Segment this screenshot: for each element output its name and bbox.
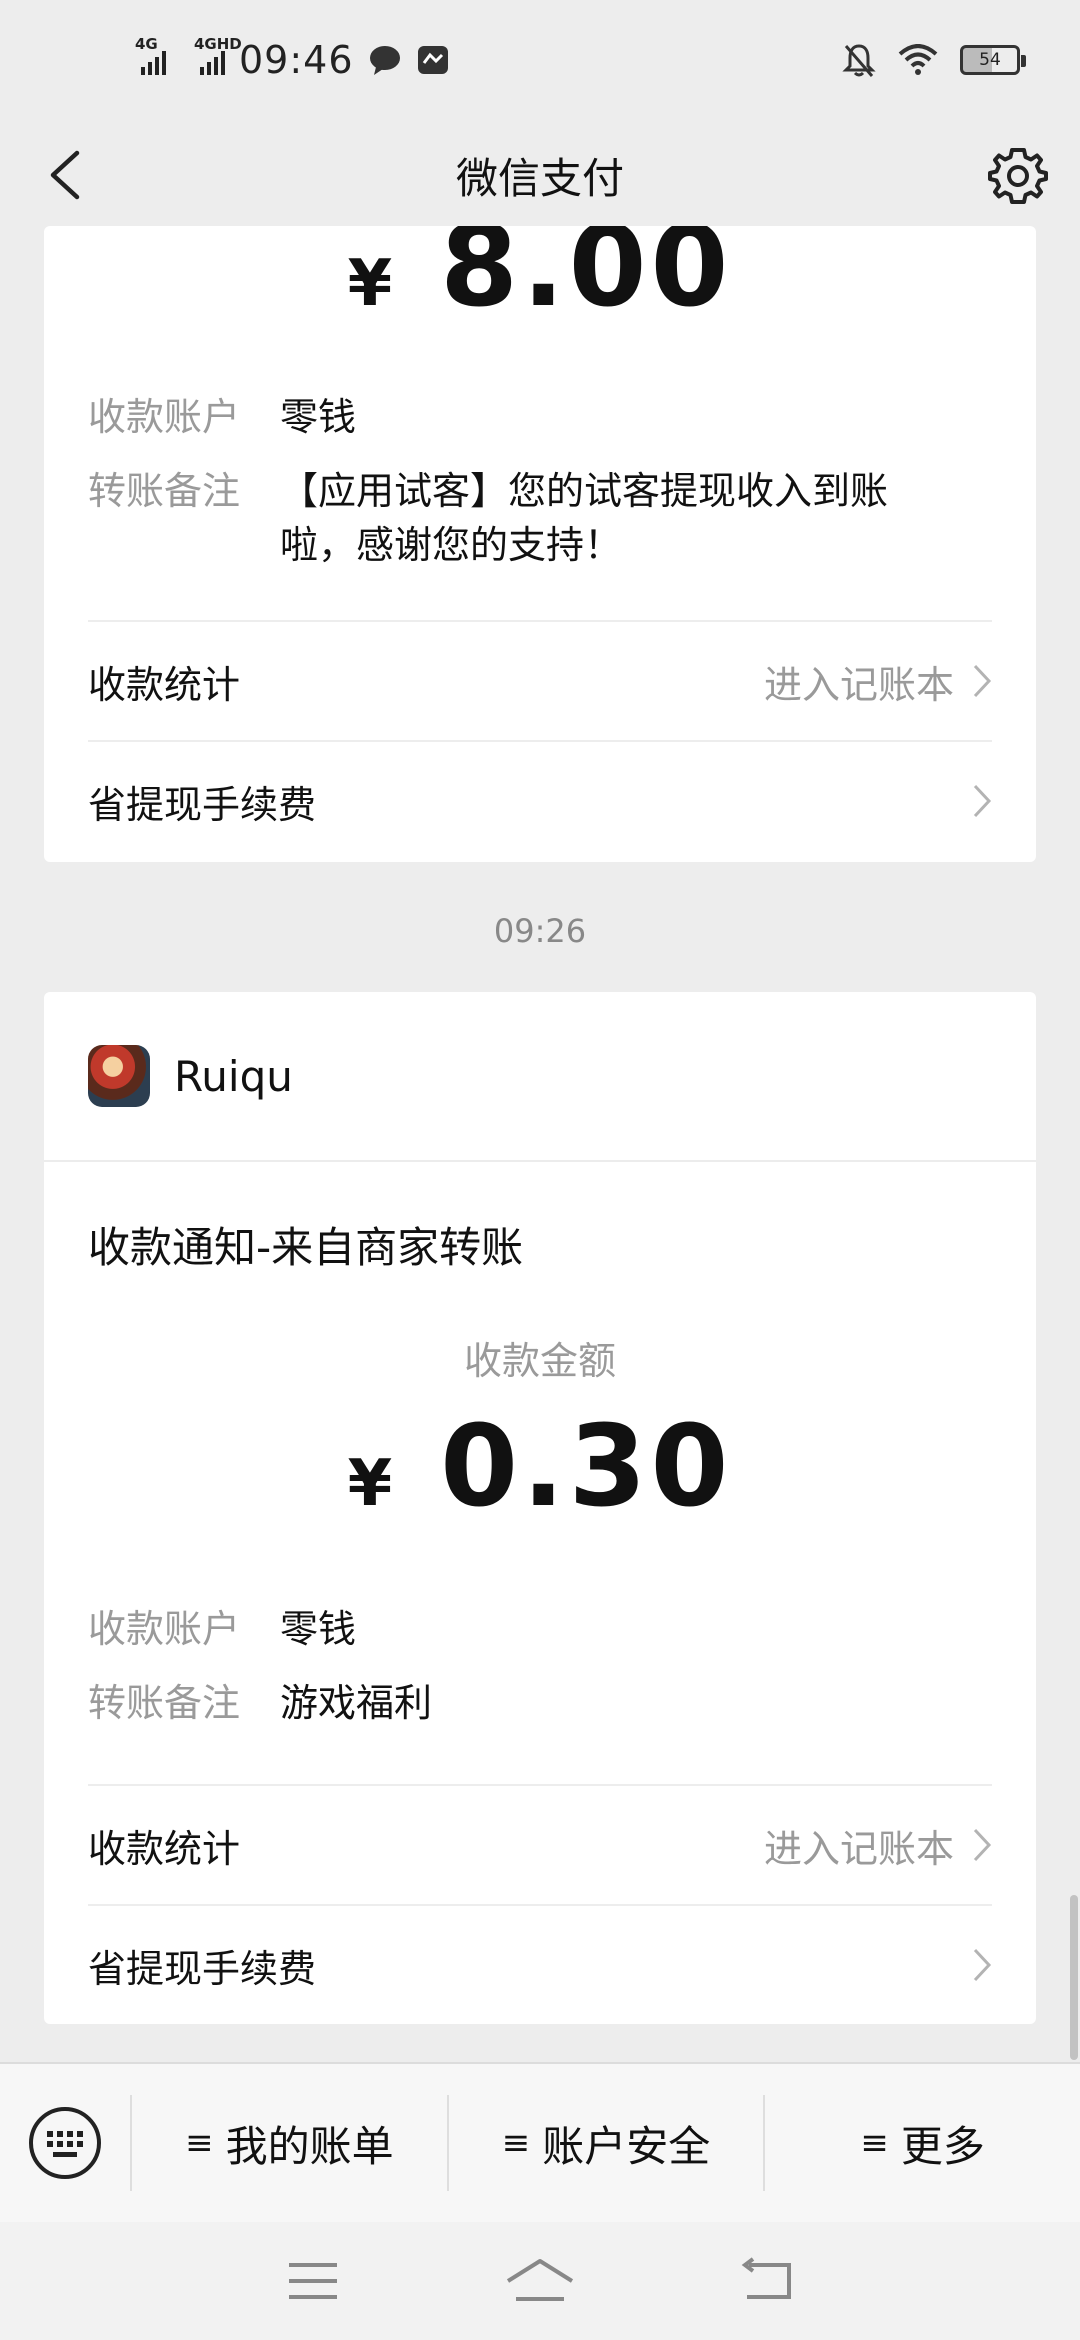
signal-type-label: 4G [135,35,158,53]
ledger-link: 进入记账本 [763,662,954,707]
menu-icon: ≡ [185,2123,214,2163]
amount-label: 收款金额 [463,1339,616,1383]
battery-level: 54 [979,50,1001,70]
chevron-right-icon [973,1948,992,1982]
currency-symbol: ¥ [347,247,393,321]
status-right: 54 [842,42,1026,78]
note-value: 【应用试客】您的试客提现收入到账 啦，感谢您的支持！ [280,464,888,572]
chevron-right-icon [973,664,992,698]
note-line: 【应用试客】您的试客提现收入到账 [280,469,889,513]
note-label: 转账备注 [88,469,241,513]
payment-notice-card: ¥ 8.00 收款账户 零钱 转账备注 【应用试客】您的试客提现收入到账 啦，感… [44,226,1036,862]
signal-type-label: 4GHD [194,35,242,53]
recents-icon [289,2263,338,2299]
system-nav-bar [0,2222,1080,2340]
back-icon [741,2257,791,2299]
header: 微信支付 [0,120,1080,230]
note-row: 转账备注 【应用试客】您的试客提现收入到账 啦，感谢您的支持！ [88,464,992,572]
nav-recents-button[interactable] [268,2246,358,2316]
note-label: 转账备注 [88,1681,241,1725]
stats-label: 收款统计 [88,662,241,707]
back-arrow-icon [50,150,80,200]
keyboard-icon [29,2107,101,2179]
battery-icon: 54 [960,45,1026,75]
home-icon [506,2259,574,2301]
receipt-stats-row[interactable]: 收款统计 进入记账本 [88,622,992,740]
wifi-icon [898,44,938,75]
status-left: 4G 4GHD 09:46 [135,35,450,82]
ledger-link: 进入记账本 [763,1826,954,1871]
merchant-header[interactable]: Ruiqu [44,992,1036,1162]
save-fee-row[interactable]: 省提现手续费 [88,1906,992,2024]
amount-row: ¥ 8.00 [44,226,1036,332]
menu-icon: ≡ [860,2123,889,2163]
mute-bell-icon [842,44,876,77]
save-fee-row[interactable]: 省提现手续费 [88,742,992,860]
account-value: 零钱 [280,395,357,439]
chat-bubble-icon [369,46,400,75]
signal-icon: 4G [135,35,166,75]
currency-symbol: ¥ [347,1447,393,1521]
gear-icon [988,148,1048,204]
scrollbar-thumb[interactable] [1070,1895,1078,2060]
status-time: 09:46 [239,38,354,82]
keyboard-toggle-button[interactable] [0,2063,130,2223]
notice-title: 收款通知-来自商家转账 [88,1223,524,1272]
chevron-right-icon [973,784,992,818]
status-bar: 4G 4GHD 09:46 54 [0,0,1080,120]
chevron-right-icon [973,1828,992,1862]
account-label: 收款账户 [88,1607,241,1651]
payment-notice-card: Ruiqu 收款通知-来自商家转账 收款金额 ¥ 0.30 收款账户 零钱 转账… [44,992,1036,2024]
merchant-name: Ruiqu [174,1051,293,1101]
account-row: 收款账户 零钱 [88,390,992,444]
save-fee-label: 省提现手续费 [88,1946,317,1991]
menu-my-bills[interactable]: ≡ 我的账单 [130,2095,447,2191]
amount-value: 8.00 [440,226,733,332]
note-line: 啦，感谢您的支持！ [280,523,623,567]
menu-label: 更多 [900,2121,985,2171]
menu-label: 账户安全 [542,2121,711,2171]
menu-more[interactable]: ≡ 更多 [763,2095,1080,2191]
signal-icon: 4GHD [194,35,242,75]
app-notification-icon [417,46,448,74]
merchant-avatar [88,1045,150,1107]
save-fee-label: 省提现手续费 [88,782,317,827]
note-value: 游戏福利 [280,1681,433,1725]
account-value: 零钱 [280,1607,357,1651]
stats-label: 收款统计 [88,1826,241,1871]
account-row: 收款账户 零钱 [88,1602,992,1656]
page-title: 微信支付 [455,153,624,203]
nav-back-button[interactable] [722,2246,812,2316]
bottom-menu: ≡ 我的账单 ≡ 账户安全 ≡ 更多 [0,2062,1080,2222]
back-button[interactable] [30,140,100,210]
message-timestamp: 09:26 [493,912,587,950]
account-label: 收款账户 [88,395,241,439]
receipt-stats-row[interactable]: 收款统计 进入记账本 [88,1786,992,1904]
settings-button[interactable] [980,138,1056,214]
nav-home-button[interactable] [495,2246,585,2316]
menu-label: 我的账单 [225,2121,394,2171]
amount-row: ¥ 0.30 [44,1402,1036,1532]
note-row: 转账备注 游戏福利 [88,1676,992,1730]
amount-value: 0.30 [440,1402,733,1532]
menu-icon: ≡ [501,2123,531,2163]
menu-account-security[interactable]: ≡ 账户安全 [446,2095,764,2191]
